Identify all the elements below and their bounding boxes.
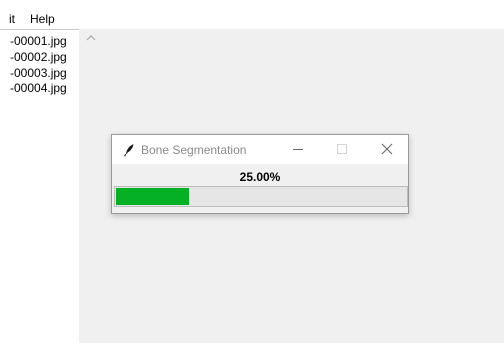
progress-bar	[114, 186, 408, 207]
close-icon[interactable]	[378, 142, 396, 156]
file-list-item[interactable]: -00004.jpg	[10, 81, 67, 95]
maximize-icon[interactable]	[333, 142, 351, 156]
progress-percent-label: 25.00%	[239, 170, 281, 184]
progress-bar-fill	[116, 188, 189, 205]
dialog-title-bar[interactable]: Bone Segmentation	[112, 135, 408, 164]
menu-bar: it Help	[0, 0, 504, 29]
progress-dialog: Bone Segmentation 25.00%	[111, 134, 409, 214]
menu-help[interactable]: Help	[30, 12, 55, 27]
dialog-title: Bone Segmentation	[141, 143, 247, 157]
file-list-item[interactable]: -00001.jpg	[10, 34, 67, 48]
file-list-item[interactable]: -00003.jpg	[10, 66, 67, 80]
minimize-icon[interactable]	[289, 142, 307, 156]
file-list-panel: -00001.jpg -00002.jpg -00003.jpg -00004.…	[0, 29, 79, 344]
scroll-up-arrow-icon[interactable]	[86, 33, 96, 43]
file-list-item[interactable]: -00002.jpg	[10, 50, 67, 64]
feather-icon	[124, 144, 134, 157]
menu-edit[interactable]: it	[9, 12, 15, 27]
